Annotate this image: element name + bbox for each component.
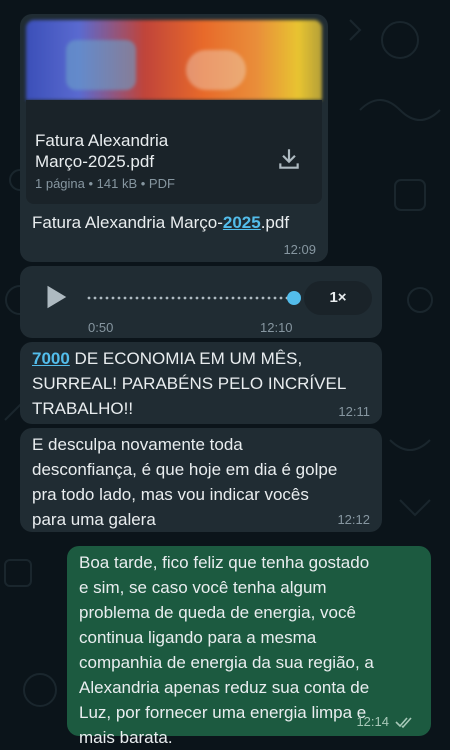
audio-message-bubble[interactable]: 0:50 12:10 1×: [20, 266, 382, 338]
audio-waveform-track[interactable]: [86, 288, 306, 308]
message-time: 12:11: [338, 404, 370, 419]
pdf-file-card[interactable]: Fatura Alexandria Março-2025.pdf 1 págin…: [26, 100, 322, 204]
incoming-message-economy[interactable]: 7000 DE ECONOMIA EM UM MÊS, SURREAL! PAR…: [20, 342, 382, 424]
message-time: 12:14: [356, 714, 389, 729]
pdf-file-title: Fatura Alexandria Março-2025.pdf: [35, 131, 169, 171]
pdf-file-meta: 1 página • 141 kB • PDF: [35, 176, 175, 191]
audio-elapsed: 0:50: [88, 320, 114, 335]
play-icon[interactable]: [40, 282, 70, 312]
pdf-preview-thumbnail[interactable]: [26, 20, 322, 100]
message-time: 12:09: [283, 242, 316, 257]
outgoing-message-reply[interactable]: Boa tarde, fico feliz que tenha gostado …: [67, 546, 431, 747]
message-text: Boa tarde, fico feliz que tenha gostado …: [79, 553, 374, 747]
message-text: 7000 DE ECONOMIA EM UM MÊS, SURREAL! PAR…: [32, 349, 347, 418]
message-time: 12:10: [260, 320, 293, 335]
caption-link[interactable]: 2025: [223, 213, 261, 232]
playback-speed-button[interactable]: 1×: [304, 281, 372, 315]
download-icon[interactable]: [276, 146, 302, 172]
audio-progress-handle: [287, 291, 301, 305]
message-time: 12:12: [337, 512, 370, 527]
incoming-message-desculpa[interactable]: E desculpa novamente toda desconfiança, …: [20, 428, 382, 532]
double-check-icon: [395, 717, 412, 729]
pdf-message-bubble[interactable]: Fatura Alexandria Março-2025.pdf 1 págin…: [20, 14, 328, 262]
economy-link[interactable]: 7000: [32, 349, 70, 368]
pdf-caption: Fatura Alexandria Março-2025.pdf: [32, 213, 290, 232]
message-text: E desculpa novamente toda desconfiança, …: [32, 435, 338, 529]
